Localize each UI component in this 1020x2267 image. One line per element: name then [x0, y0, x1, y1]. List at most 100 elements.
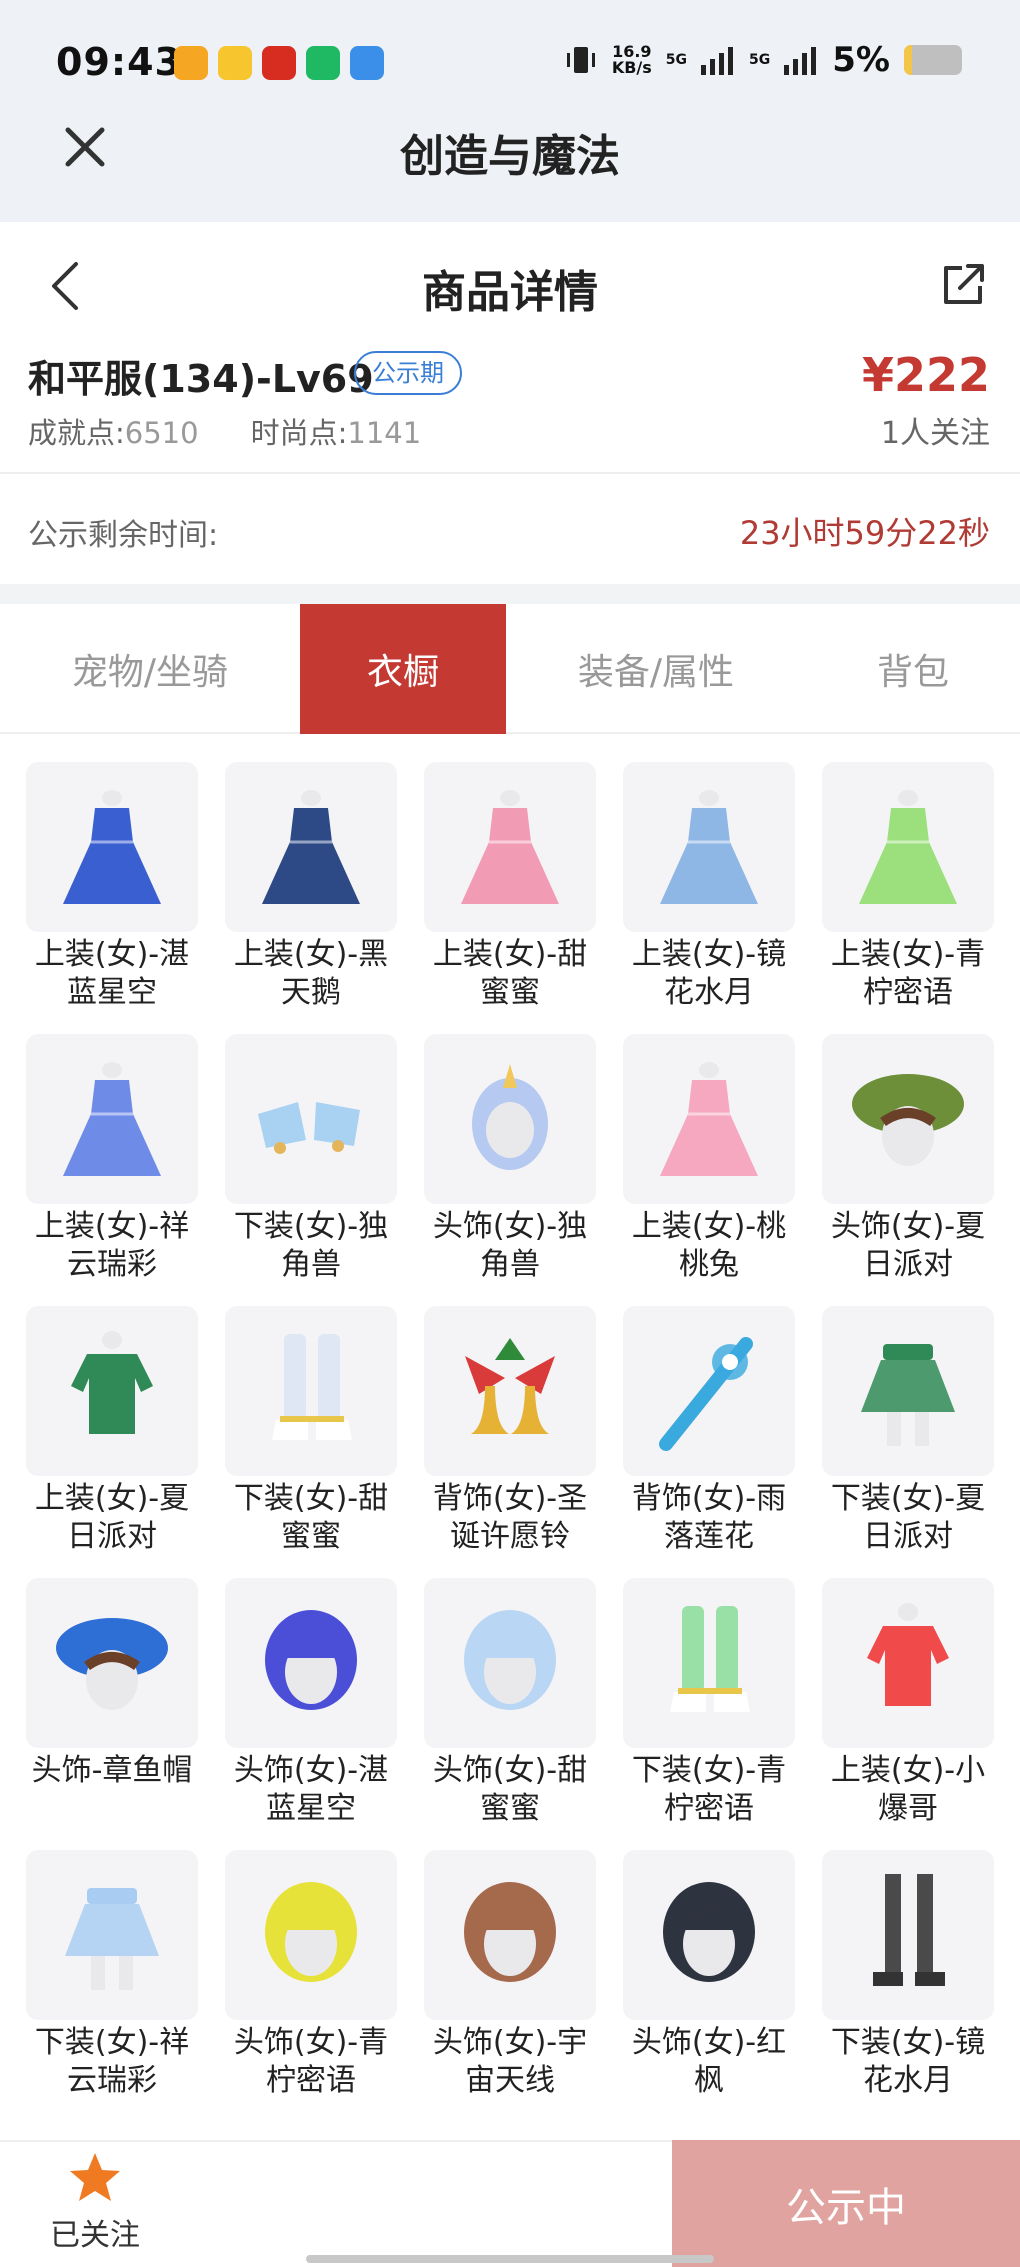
- wardrobe-item[interactable]: 下装(女)-独角兽: [225, 1034, 397, 1284]
- hair-icon: [265, 1610, 357, 1710]
- item-name: 上装(女)-湛蓝星空: [34, 937, 190, 1010]
- countdown-label: 公示剩余时间:: [28, 518, 219, 553]
- item-thumbnail: [26, 762, 198, 932]
- wardrobe-item[interactable]: 上装(女)-小爆哥: [822, 1578, 994, 1828]
- follow-label: 已关注: [50, 2218, 140, 2253]
- notification-app-icon: [350, 46, 384, 80]
- item-thumbnail: [225, 1034, 397, 1204]
- item-name: 背饰(女)-圣诞许愿铃: [432, 1481, 588, 1554]
- item-name: 头饰(女)-独角兽: [432, 1209, 588, 1282]
- wardrobe-item[interactable]: 上装(女)-夏日派对: [26, 1306, 198, 1556]
- notification-app-icon: [262, 46, 296, 80]
- hair-icon: [464, 1610, 556, 1710]
- star-icon: [70, 2153, 120, 2201]
- staff-icon: [659, 1337, 753, 1451]
- wardrobe-item[interactable]: 头饰(女)-独角兽: [424, 1034, 596, 1284]
- item-thumbnail: [623, 1306, 795, 1476]
- item-thumbnail: [26, 1578, 198, 1748]
- item-thumbnail: [225, 1306, 397, 1476]
- item-thumbnail: [822, 762, 994, 932]
- tab-item[interactable]: 背包: [806, 604, 1020, 734]
- fashion-label: 时尚点:: [250, 416, 348, 450]
- item-name: 下装(女)-甜蜜蜜: [233, 1481, 389, 1554]
- item-name: 下装(女)-青柠密语: [631, 1753, 787, 1826]
- wardrobe-item[interactable]: 头饰(女)-青柠密语: [225, 1850, 397, 2100]
- notification-app-icon: [306, 46, 340, 80]
- status-right: 16.9 KB/s 5G 5G 5%: [564, 40, 962, 80]
- tab-item[interactable]: 衣橱: [300, 604, 506, 734]
- item-name: 头饰(女)-青柠密语: [233, 2025, 389, 2098]
- app-title: 创造与魔法: [400, 131, 620, 182]
- tab-item[interactable]: 装备/属性: [506, 604, 806, 734]
- notification-app-icon: [174, 46, 208, 80]
- item-thumbnail: [623, 1850, 795, 2020]
- boots-icon: [670, 1606, 750, 1712]
- signal-icon: [701, 47, 734, 75]
- wardrobe-item[interactable]: 下装(女)-甜蜜蜜: [225, 1306, 397, 1556]
- item-name: 头饰(女)-甜蜜蜜: [432, 1753, 588, 1826]
- item-name: 上装(女)-小爆哥: [830, 1753, 986, 1826]
- product-stats: 成就点:6510 时尚点:1141: [28, 410, 421, 452]
- head-icon: [472, 1064, 548, 1170]
- hair-icon: [663, 1882, 755, 1982]
- top-icon: [867, 1603, 949, 1706]
- follow-button[interactable]: 已关注: [30, 2150, 160, 2260]
- item-thumbnail: [424, 762, 596, 932]
- status-bar: 09:43 16.9 KB/s 5G 5G 5%: [0, 0, 1020, 125]
- top-icon: [71, 1331, 153, 1434]
- signal-label-1: 5G: [665, 52, 688, 68]
- skirt-icon: [65, 1888, 159, 1990]
- wardrobe-item[interactable]: 头饰(女)-夏日派对: [822, 1034, 994, 1284]
- dress-icon: [660, 1062, 758, 1176]
- item-thumbnail: [822, 1306, 994, 1476]
- home-indicator[interactable]: [306, 2255, 714, 2263]
- item-thumbnail: [424, 1850, 596, 2020]
- item-name: 下装(女)-镜花水月: [830, 2025, 986, 2098]
- wardrobe-item[interactable]: 上装(女)-镜花水月: [623, 762, 795, 1012]
- wardrobe-item[interactable]: 下装(女)-青柠密语: [623, 1578, 795, 1828]
- hair-icon: [464, 1882, 556, 1982]
- item-thumbnail: [424, 1034, 596, 1204]
- wardrobe-item[interactable]: 上装(女)-甜蜜蜜: [424, 762, 596, 1012]
- item-thumbnail: [623, 1578, 795, 1748]
- product-price: ¥222: [861, 348, 990, 402]
- wardrobe-item[interactable]: 头饰(女)-红枫: [623, 1850, 795, 2100]
- dress-icon: [660, 790, 758, 904]
- battery-percent: 5%: [832, 40, 890, 80]
- notification-app-icon: [218, 46, 252, 80]
- item-name: 下装(女)-祥云瑞彩: [34, 2025, 190, 2098]
- item-thumbnail: [623, 762, 795, 932]
- battery-icon: [904, 45, 962, 75]
- dress-icon: [63, 1062, 161, 1176]
- boots-icon: [272, 1334, 352, 1440]
- item-name: 上装(女)-夏日派对: [34, 1481, 190, 1554]
- wardrobe-item[interactable]: 背饰(女)-圣诞许愿铃: [424, 1306, 596, 1556]
- item-name: 背饰(女)-雨落莲花: [631, 1481, 787, 1554]
- dress-icon: [859, 790, 957, 904]
- wardrobe-item[interactable]: 头饰(女)-湛蓝星空: [225, 1578, 397, 1828]
- publicity-button[interactable]: 公示中: [672, 2140, 1020, 2267]
- wardrobe-item[interactable]: 头饰(女)-宇宙天线: [424, 1850, 596, 2100]
- item-name: 上装(女)-桃桃兔: [631, 1209, 787, 1282]
- bell-icon: [465, 1338, 555, 1434]
- wardrobe-item[interactable]: 下装(女)-祥云瑞彩: [26, 1850, 198, 2100]
- wardrobe-item[interactable]: 下装(女)-镜花水月: [822, 1850, 994, 2100]
- share-icon[interactable]: [940, 262, 986, 308]
- item-thumbnail: [424, 1306, 596, 1476]
- wardrobe-item[interactable]: 头饰-章鱼帽: [26, 1578, 198, 1828]
- wardrobe-item[interactable]: 上装(女)-湛蓝星空: [26, 762, 198, 1012]
- wardrobe-item[interactable]: 上装(女)-青柠密语: [822, 762, 994, 1012]
- wardrobe-item[interactable]: 上装(女)-桃桃兔: [623, 1034, 795, 1284]
- wardrobe-item[interactable]: 下装(女)-夏日派对: [822, 1306, 994, 1556]
- wardrobe-item[interactable]: 上装(女)-黑天鹅: [225, 762, 397, 1012]
- tab-item[interactable]: 宠物/坐骑: [0, 604, 300, 734]
- item-name: 上装(女)-祥云瑞彩: [34, 1209, 190, 1282]
- wardrobe-item[interactable]: 上装(女)-祥云瑞彩: [26, 1034, 198, 1284]
- section-separator: [0, 584, 1020, 604]
- hat-icon: [56, 1618, 168, 1710]
- wardrobe-item[interactable]: 头饰(女)-甜蜜蜜: [424, 1578, 596, 1828]
- notification-app-icons: [174, 46, 384, 80]
- wardrobe-item[interactable]: 背饰(女)-雨落莲花: [623, 1306, 795, 1556]
- wardrobe-grid: 上装(女)-湛蓝星空 上装(女)-黑天鹅 上装(女)-甜蜜蜜 上装(女)-镜花水…: [26, 762, 1002, 2100]
- item-thumbnail: [822, 1578, 994, 1748]
